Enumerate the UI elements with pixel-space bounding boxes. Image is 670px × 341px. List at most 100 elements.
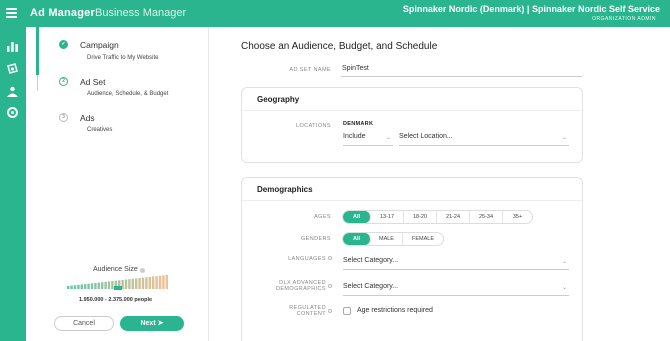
chevron-down-icon: ⌄ bbox=[385, 135, 391, 141]
age-option[interactable]: 21-24 bbox=[437, 211, 470, 223]
genders-label: GENDERS bbox=[301, 236, 331, 242]
gauge-bar bbox=[90, 283, 94, 289]
organization-role: ORGANIZATION ADMIN bbox=[592, 16, 656, 22]
age-option[interactable]: 25-34 bbox=[470, 211, 503, 223]
business-manager-link[interactable]: Business Manager bbox=[95, 7, 186, 19]
languages-select[interactable]: Select Category... ⌄ bbox=[343, 257, 569, 270]
ages-label: AGES bbox=[314, 214, 331, 220]
gauge-bar bbox=[97, 282, 100, 289]
steps-panel bbox=[26, 27, 209, 341]
age-option[interactable]: 18-20 bbox=[404, 211, 437, 223]
gauge-bar bbox=[94, 282, 97, 289]
gender-option-female[interactable]: FEMALE bbox=[403, 233, 443, 245]
languages-placeholder: Select Category... bbox=[343, 257, 399, 264]
page-title: Choose an Audience, Budget, and Schedule bbox=[241, 41, 438, 52]
age-option[interactable]: 35+ bbox=[503, 211, 532, 223]
gender-option-male[interactable]: MALE bbox=[371, 233, 403, 245]
genders-selector: All MALE FEMALE bbox=[342, 232, 444, 246]
gauge-bar bbox=[80, 284, 83, 289]
demographics-title: Demographics bbox=[257, 185, 313, 194]
gauge-bar bbox=[87, 283, 90, 289]
include-select[interactable]: Include ⌄ bbox=[343, 133, 393, 146]
chevron-down-icon: ⌄ bbox=[561, 135, 567, 141]
audience-icon[interactable] bbox=[6, 85, 19, 98]
gauge-bar bbox=[124, 279, 128, 289]
bar-chart-icon[interactable] bbox=[6, 40, 19, 53]
info-icon[interactable] bbox=[328, 284, 332, 288]
info-icon[interactable] bbox=[328, 256, 332, 260]
gender-option-all[interactable]: All bbox=[343, 233, 371, 245]
gauge-bar bbox=[70, 285, 73, 289]
gauge-bar bbox=[67, 286, 70, 289]
gauge-bar bbox=[135, 278, 138, 289]
step-ads-subtitle: Creatives bbox=[87, 127, 113, 133]
adset-name-label: AD SET NAME bbox=[289, 67, 331, 73]
gauge-bar bbox=[77, 284, 80, 289]
dlx-label: DLX ADVANCED DEMOGRAPHICS bbox=[275, 280, 326, 292]
gauge-bar bbox=[155, 276, 158, 289]
locations-label: LOCATIONS bbox=[296, 123, 331, 129]
chevron-down-icon: ⌄ bbox=[561, 285, 567, 291]
gauge-marker bbox=[114, 286, 122, 290]
gauge-bar bbox=[152, 276, 155, 289]
gauge-bar bbox=[128, 279, 131, 289]
gauge-bar bbox=[104, 281, 107, 289]
adset-name-input[interactable]: SpinTest bbox=[341, 62, 582, 77]
audience-gauge bbox=[67, 275, 168, 290]
gauge-bar bbox=[111, 281, 114, 289]
age-option-all[interactable]: All bbox=[343, 211, 371, 223]
app-title[interactable]: Ad Manager bbox=[30, 7, 95, 19]
gauge-bar bbox=[165, 275, 168, 289]
demographics-header[interactable]: Demographics bbox=[242, 178, 582, 201]
audience-range: 1.950.000 - 2.375.000 people bbox=[79, 297, 153, 303]
step-adset-marker: 2 bbox=[59, 77, 68, 86]
cancel-button[interactable]: Cancel bbox=[54, 316, 114, 331]
gauge-bar bbox=[73, 285, 77, 289]
step-ads-title[interactable]: Ads bbox=[80, 113, 95, 123]
age-restriction-label[interactable]: Age restrictions required bbox=[357, 307, 433, 314]
age-option[interactable]: 13-17 bbox=[371, 211, 404, 223]
languages-label: LANGUAGES bbox=[288, 256, 326, 262]
dlx-placeholder: Select Category... bbox=[343, 283, 399, 290]
step-adset-subtitle: Audience, Schedule, & Budget bbox=[87, 91, 169, 97]
gauge-bar bbox=[84, 284, 87, 289]
side-nav bbox=[0, 27, 26, 341]
gauge-bar bbox=[138, 278, 141, 289]
campaign-icon[interactable] bbox=[6, 63, 19, 76]
ages-selector: All 13-17 18-20 21-24 25-34 35+ bbox=[342, 210, 533, 224]
next-button-label: Next bbox=[140, 320, 156, 327]
gauge-bar bbox=[107, 281, 111, 289]
gauge-bar bbox=[148, 276, 151, 289]
age-restriction-checkbox[interactable] bbox=[343, 307, 351, 315]
settings-icon[interactable] bbox=[6, 106, 19, 119]
gauge-bar bbox=[158, 275, 162, 289]
gauge-bar bbox=[145, 277, 148, 289]
step-ads-marker: 3 bbox=[59, 113, 68, 122]
gauge-bar bbox=[141, 277, 145, 289]
geography-header[interactable]: Geography bbox=[242, 88, 582, 111]
chevron-down-icon: ⌄ bbox=[561, 259, 567, 265]
organization-name[interactable]: Spinnaker Nordic (Denmark) | Spinnaker N… bbox=[403, 4, 660, 14]
step-campaign-title[interactable]: Campaign bbox=[80, 40, 119, 50]
arrow-right-icon: ➤ bbox=[157, 320, 164, 327]
progress-line bbox=[36, 17, 39, 75]
step-adset-title[interactable]: Ad Set bbox=[80, 77, 106, 87]
top-bar: Ad Manager Business Manager Spinnaker No… bbox=[0, 0, 670, 27]
info-icon[interactable] bbox=[328, 309, 332, 313]
gauge-bar bbox=[101, 282, 104, 289]
include-value: Include bbox=[343, 133, 366, 140]
audience-info-icon[interactable] bbox=[140, 268, 145, 273]
country-name: DENMARK bbox=[343, 121, 374, 127]
progress-line-remaining bbox=[37, 75, 38, 91]
location-placeholder: Select Location... bbox=[399, 133, 453, 140]
location-select[interactable]: Select Location... ⌄ bbox=[399, 133, 569, 146]
step-campaign-check-icon: ✓ bbox=[59, 40, 68, 49]
regulated-label: REGULATED CONTENT bbox=[289, 305, 326, 317]
menu-icon[interactable] bbox=[6, 8, 17, 18]
gauge-bar bbox=[162, 275, 165, 289]
dlx-select[interactable]: Select Category... ⌄ bbox=[343, 283, 569, 296]
step-campaign-subtitle: Drive Traffic to My Website bbox=[87, 55, 159, 61]
next-button[interactable]: Next ➤ bbox=[120, 316, 184, 331]
gauge-bar bbox=[131, 278, 134, 289]
geography-title: Geography bbox=[257, 95, 300, 104]
